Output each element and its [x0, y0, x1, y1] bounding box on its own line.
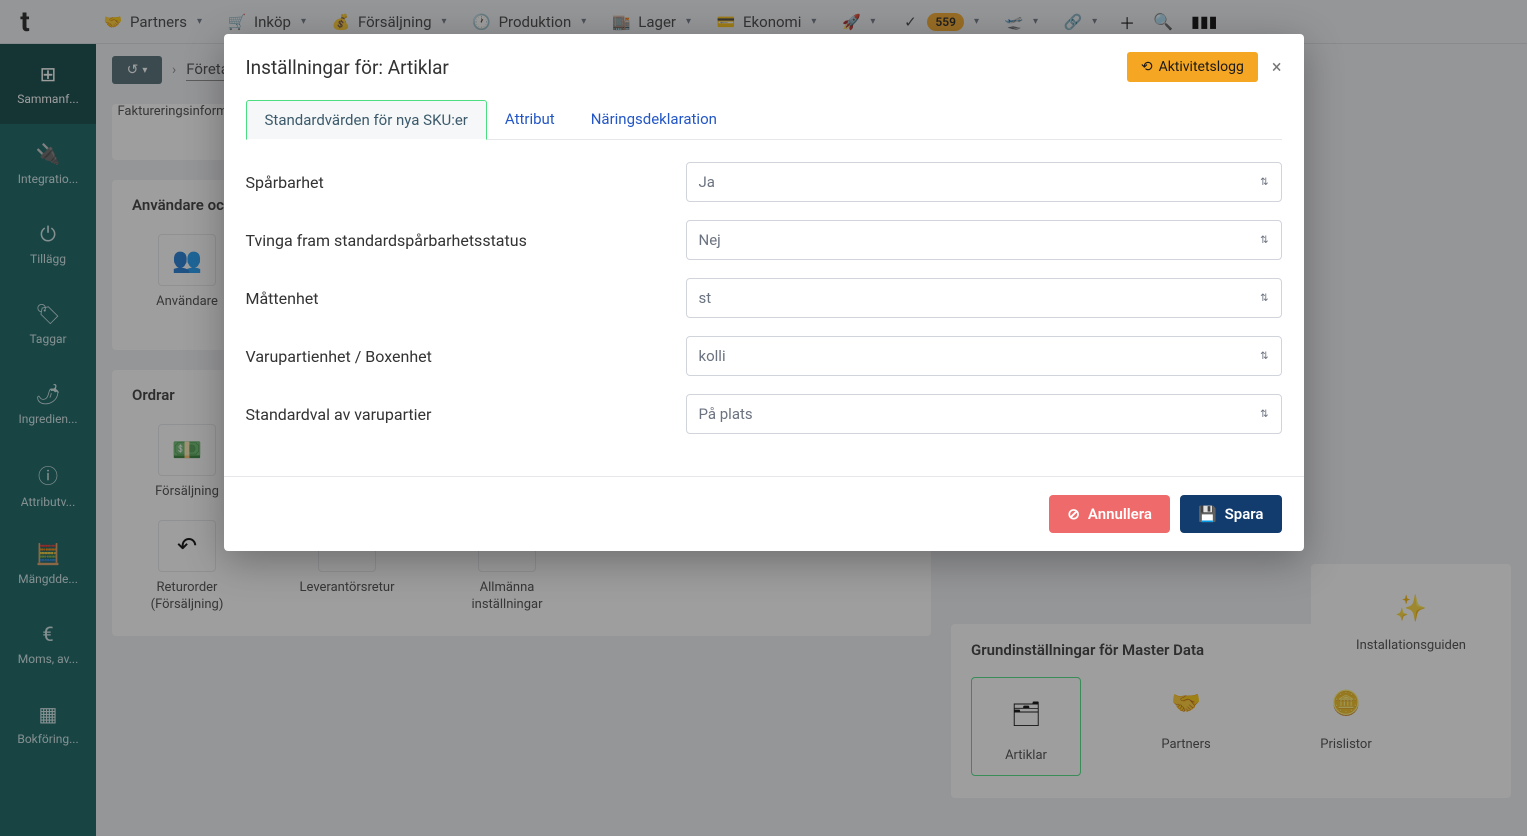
tab-label: Standardvärden för nya SKU:er — [265, 111, 468, 129]
select-chevron-icon: ⇅ — [1260, 293, 1268, 304]
cancel-label: Annullera — [1088, 505, 1152, 523]
modal-tabs: Standardvärden för nya SKU:er Attribut N… — [246, 100, 1282, 140]
field-label: Varupartienhet / Boxenhet — [246, 347, 686, 366]
field-label: Tvinga fram standardspårbarhetsstatus — [246, 231, 686, 250]
modal-footer: ⊘ Annullera 💾 Spara — [224, 476, 1304, 551]
field-label: Standardval av varupartier — [246, 405, 686, 424]
select-value: Nej — [699, 231, 721, 249]
select-value: Ja — [699, 173, 715, 191]
activity-log-label: Aktivitetslogg — [1159, 59, 1244, 75]
tab-attributes[interactable]: Attribut — [487, 100, 573, 139]
select-chevron-icon: ⇅ — [1260, 351, 1268, 362]
select-chevron-icon: ⇅ — [1260, 409, 1268, 420]
modal-body: Standardvärden för nya SKU:er Attribut N… — [224, 100, 1304, 476]
select-batch-default[interactable]: På plats ⇅ — [686, 394, 1282, 434]
cancel-button[interactable]: ⊘ Annullera — [1049, 495, 1170, 533]
tab-default-values[interactable]: Standardvärden för nya SKU:er — [246, 100, 487, 140]
field-label: Spårbarhet — [246, 173, 686, 192]
close-icon: × — [1272, 57, 1282, 78]
field-batch-default: Standardval av varupartier På plats ⇅ — [246, 394, 1282, 434]
cancel-icon: ⊘ — [1067, 505, 1080, 523]
modal-header: Inställningar för: Artiklar ⟲ Aktivitets… — [224, 34, 1304, 100]
settings-modal: Inställningar för: Artiklar ⟲ Aktivitets… — [224, 34, 1304, 551]
modal-title: Inställningar för: Artiklar — [246, 56, 449, 79]
save-label: Spara — [1225, 505, 1264, 523]
select-chevron-icon: ⇅ — [1260, 235, 1268, 246]
close-button[interactable]: × — [1272, 57, 1282, 78]
tab-label: Näringsdeklaration — [591, 110, 717, 128]
select-box-unit[interactable]: kolli ⇅ — [686, 336, 1282, 376]
field-box-unit: Varupartienhet / Boxenhet kolli ⇅ — [246, 336, 1282, 376]
activity-log-button[interactable]: ⟲ Aktivitetslogg — [1127, 52, 1258, 82]
select-value: På plats — [699, 405, 753, 423]
field-force-traceability: Tvinga fram standardspårbarhetsstatus Ne… — [246, 220, 1282, 260]
tab-label: Attribut — [505, 110, 555, 128]
select-value: st — [699, 289, 712, 307]
save-button[interactable]: 💾 Spara — [1180, 495, 1282, 533]
refresh-icon: ⟲ — [1141, 59, 1153, 75]
select-force-traceability[interactable]: Nej ⇅ — [686, 220, 1282, 260]
tab-nutrition[interactable]: Näringsdeklaration — [573, 100, 735, 139]
select-traceability[interactable]: Ja ⇅ — [686, 162, 1282, 202]
field-label: Måttenhet — [246, 289, 686, 308]
save-icon: 💾 — [1198, 505, 1217, 523]
select-chevron-icon: ⇅ — [1260, 177, 1268, 188]
select-value: kolli — [699, 347, 726, 365]
field-traceability: Spårbarhet Ja ⇅ — [246, 162, 1282, 202]
select-unit[interactable]: st ⇅ — [686, 278, 1282, 318]
field-unit: Måttenhet st ⇅ — [246, 278, 1282, 318]
modal-overlay: Inställningar för: Artiklar ⟲ Aktivitets… — [0, 0, 1527, 836]
